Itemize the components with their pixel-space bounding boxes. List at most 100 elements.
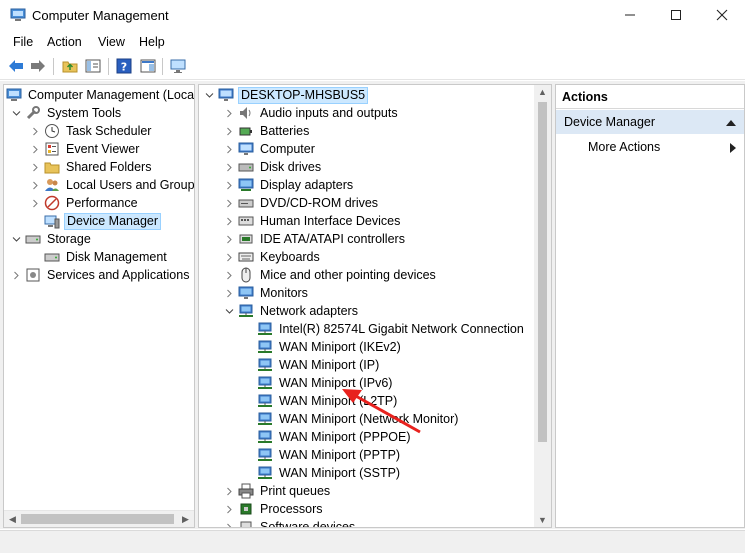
close-button[interactable] bbox=[699, 0, 745, 30]
scroll-left-icon[interactable]: ◀ bbox=[4, 514, 21, 525]
network-adapter-item[interactable]: WAN Miniport (IKEv2) bbox=[242, 338, 403, 356]
device-category[interactable]: DVD/CD-ROM drives bbox=[223, 194, 380, 212]
chevron-down-icon[interactable] bbox=[203, 86, 215, 104]
chevron-right-icon[interactable] bbox=[29, 194, 41, 212]
chevron-right-icon[interactable] bbox=[10, 266, 22, 284]
network-adapter-item[interactable]: WAN Miniport (SSTP) bbox=[242, 464, 402, 482]
chevron-right-icon[interactable] bbox=[223, 194, 235, 212]
scroll-up-icon[interactable]: ▲ bbox=[534, 87, 551, 97]
chevron-down-icon[interactable] bbox=[10, 230, 22, 248]
menu-view[interactable]: View bbox=[98, 35, 125, 49]
scrollbar-thumb[interactable] bbox=[21, 514, 174, 524]
network-adapter-item[interactable]: WAN Miniport (PPTP) bbox=[242, 446, 402, 464]
more-actions-link[interactable]: More Actions bbox=[588, 140, 660, 154]
network-adapter-icon bbox=[257, 447, 273, 463]
device-category[interactable]: Monitors bbox=[223, 284, 310, 302]
chevron-right-icon[interactable] bbox=[29, 140, 41, 158]
chevron-right-icon[interactable] bbox=[223, 122, 235, 140]
horizontal-scrollbar[interactable]: ◀ ▶ bbox=[4, 510, 194, 527]
show-hide-tree-button[interactable] bbox=[84, 57, 102, 75]
device-tree-root[interactable]: DESKTOP-MHSBUS5 bbox=[203, 86, 369, 104]
network-adapter-icon bbox=[257, 411, 273, 427]
title-bar: Computer Management bbox=[0, 0, 745, 31]
device-category[interactable]: Software devices bbox=[223, 518, 357, 528]
chevron-right-icon[interactable] bbox=[223, 230, 235, 248]
network-adapter-item[interactable]: Intel(R) 82574L Gigabit Network Connecti… bbox=[242, 320, 526, 338]
tree-item-system-tools[interactable]: System Tools bbox=[10, 104, 123, 122]
tree-item-disk-management[interactable]: Disk Management bbox=[29, 248, 169, 266]
maximize-button[interactable] bbox=[653, 0, 699, 30]
device-category[interactable]: Audio inputs and outputs bbox=[223, 104, 400, 122]
system-tools-icon bbox=[25, 105, 41, 121]
close-icon bbox=[716, 9, 728, 21]
help-button[interactable]: ? bbox=[115, 57, 133, 75]
vertical-scrollbar[interactable]: ▲ ▼ bbox=[534, 85, 551, 527]
scroll-right-icon[interactable]: ▶ bbox=[177, 514, 194, 525]
show-hide-tree-icon bbox=[85, 59, 101, 73]
performance-icon bbox=[44, 195, 60, 211]
device-tree-pane: DESKTOP-MHSBUS5 Audio inputs and outputs… bbox=[198, 84, 552, 528]
network-adapter-icon bbox=[257, 429, 273, 445]
chevron-down-icon[interactable] bbox=[10, 104, 22, 122]
chevron-right-icon[interactable] bbox=[223, 500, 235, 518]
device-category[interactable]: Keyboards bbox=[223, 248, 322, 266]
chevron-right-icon[interactable] bbox=[223, 248, 235, 266]
menu-help[interactable]: Help bbox=[139, 35, 165, 49]
device-category[interactable]: Disk drives bbox=[223, 158, 323, 176]
chevron-right-icon[interactable] bbox=[223, 482, 235, 500]
chevron-right-icon[interactable] bbox=[29, 158, 41, 176]
chevron-right-icon[interactable] bbox=[223, 518, 235, 527]
tree-item-shared-folders[interactable]: Shared Folders bbox=[29, 158, 153, 176]
mouse-icon bbox=[238, 267, 254, 283]
device-category-network-adapters[interactable]: Network adapters bbox=[223, 302, 360, 320]
hid-icon bbox=[238, 213, 254, 229]
back-button[interactable] bbox=[7, 57, 25, 75]
scrollbar-thumb[interactable] bbox=[538, 102, 547, 442]
chevron-right-icon[interactable] bbox=[223, 158, 235, 176]
tree-item-event-viewer[interactable]: Event Viewer bbox=[29, 140, 141, 158]
actions-section-device-manager[interactable]: Device Manager bbox=[556, 110, 744, 134]
tree-item-storage[interactable]: Storage bbox=[10, 230, 93, 248]
menu-action[interactable]: Action bbox=[47, 35, 82, 49]
up-folder-button[interactable] bbox=[61, 57, 79, 75]
chevron-right-icon[interactable] bbox=[223, 266, 235, 284]
chevron-down-icon[interactable] bbox=[223, 302, 235, 320]
network-adapter-item[interactable]: WAN Miniport (PPPOE) bbox=[242, 428, 413, 446]
tree-item-performance[interactable]: Performance bbox=[29, 194, 140, 212]
forward-button[interactable] bbox=[29, 57, 47, 75]
tree-item-local-users[interactable]: Local Users and Groups bbox=[29, 176, 194, 194]
network-adapter-item[interactable]: WAN Miniport (L2TP) bbox=[242, 392, 399, 410]
chevron-right-icon[interactable] bbox=[29, 176, 41, 194]
tree-item-device-manager[interactable]: Device Manager bbox=[29, 212, 162, 230]
device-category[interactable]: Print queues bbox=[223, 482, 332, 500]
chevron-right-icon[interactable] bbox=[29, 122, 41, 140]
tree-item-task-scheduler[interactable]: Task Scheduler bbox=[29, 122, 153, 140]
chevron-right-icon[interactable] bbox=[223, 284, 235, 302]
network-adapter-item[interactable]: WAN Miniport (IPv6) bbox=[242, 374, 394, 392]
chevron-right-icon[interactable] bbox=[223, 212, 235, 230]
scroll-down-icon[interactable]: ▼ bbox=[534, 515, 551, 525]
device-category[interactable]: Human Interface Devices bbox=[223, 212, 402, 230]
tree-label: Software devices bbox=[260, 519, 356, 528]
chevron-right-icon[interactable] bbox=[223, 140, 235, 158]
device-category[interactable]: Batteries bbox=[223, 122, 311, 140]
device-category[interactable]: Display adapters bbox=[223, 176, 355, 194]
properties-button[interactable] bbox=[139, 57, 157, 75]
device-category[interactable]: Processors bbox=[223, 500, 325, 518]
menu-file[interactable]: File bbox=[13, 35, 33, 49]
scan-hardware-button[interactable] bbox=[169, 57, 187, 75]
minimize-button[interactable] bbox=[607, 0, 653, 30]
collapse-up-icon[interactable] bbox=[726, 119, 736, 126]
device-category[interactable]: Computer bbox=[223, 140, 317, 158]
users-icon bbox=[44, 177, 60, 193]
device-category[interactable]: IDE ATA/ATAPI controllers bbox=[223, 230, 407, 248]
chevron-right-icon[interactable] bbox=[223, 104, 235, 122]
tree-root[interactable]: Computer Management (Local bbox=[6, 86, 194, 104]
tree-label: DVD/CD-ROM drives bbox=[260, 195, 379, 210]
network-adapter-item[interactable]: WAN Miniport (Network Monitor) bbox=[242, 410, 460, 428]
tree-item-services[interactable]: Services and Applications bbox=[10, 266, 191, 284]
device-category[interactable]: Mice and other pointing devices bbox=[223, 266, 438, 284]
chevron-right-icon[interactable] bbox=[223, 176, 235, 194]
network-adapter-item[interactable]: WAN Miniport (IP) bbox=[242, 356, 381, 374]
tree-label: WAN Miniport (Network Monitor) bbox=[279, 411, 459, 426]
